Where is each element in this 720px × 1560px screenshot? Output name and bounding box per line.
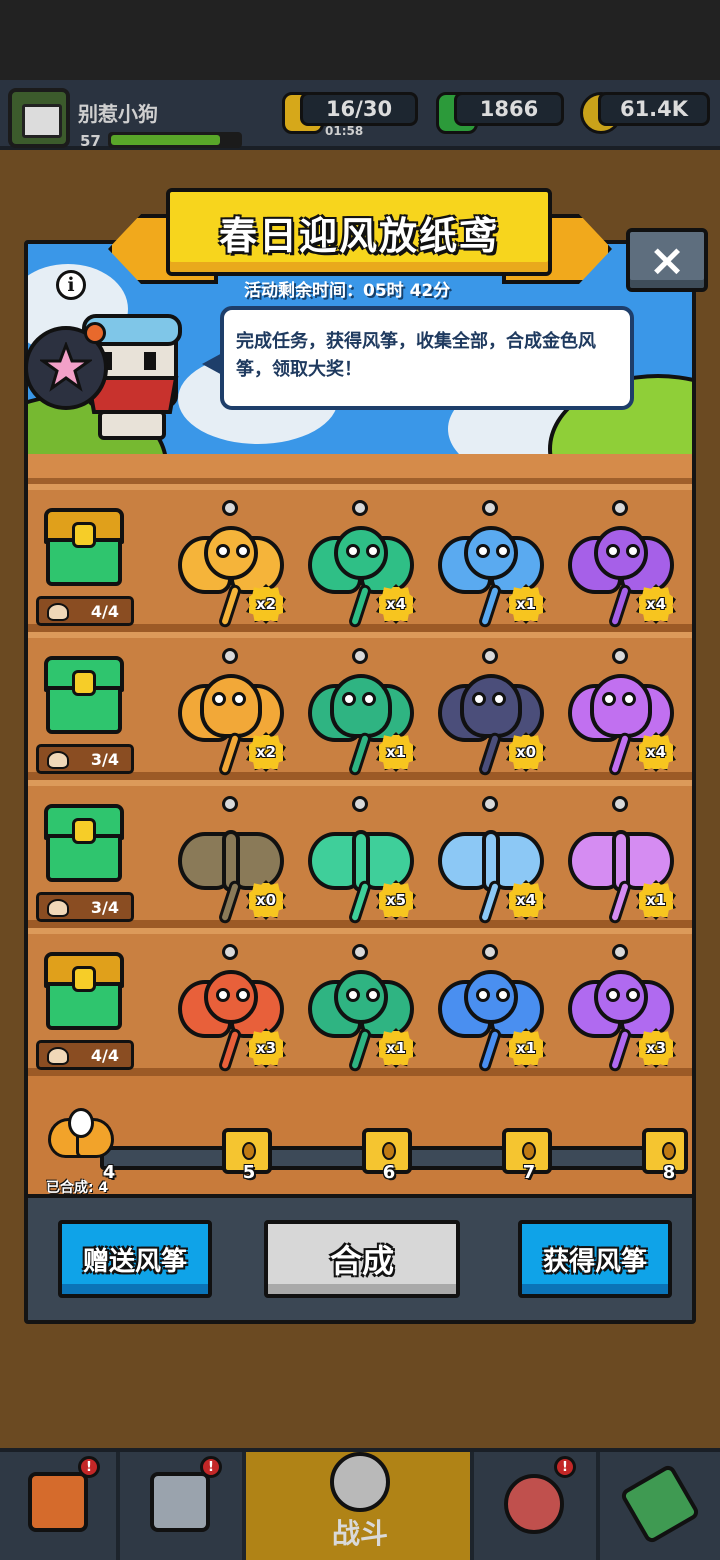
nav-shop-badge: ! bbox=[78, 1456, 100, 1478]
shop-icon bbox=[28, 1472, 88, 1532]
milestone-label: 6 bbox=[382, 1162, 396, 1183]
row-progress-value: 3/4 bbox=[90, 749, 119, 769]
player-name: 别惹小狗 bbox=[78, 102, 158, 126]
cat-kite[interactable]: x4 bbox=[302, 500, 420, 636]
ladybug-kite[interactable]: x2 bbox=[172, 648, 290, 784]
milestone-label: 5 bbox=[242, 1162, 256, 1183]
milestone-label: 8 bbox=[662, 1162, 676, 1183]
coin-counter[interactable]: 61.4K bbox=[598, 92, 710, 126]
event-title-banner: 春日迎风放纸鸢 bbox=[166, 188, 552, 276]
row-progress: 4/4 bbox=[36, 1040, 134, 1070]
ladybug-kite[interactable]: x1 bbox=[302, 648, 420, 784]
reward-chest[interactable] bbox=[42, 508, 126, 588]
shelf-top-board bbox=[28, 454, 692, 484]
event-description: 完成任务，获得风筝，收集全部，合成金色风筝，领取大奖！ bbox=[236, 331, 596, 380]
ladybug-kite-icon bbox=[47, 751, 69, 769]
nav-evolve[interactable] bbox=[600, 1452, 720, 1560]
bird-kite-icon bbox=[47, 1047, 69, 1065]
nav-skills[interactable]: ! bbox=[474, 1452, 600, 1560]
get-kite-button[interactable]: 获得风筝 bbox=[518, 1220, 672, 1298]
row-progress-value: 3/4 bbox=[90, 897, 119, 917]
nav-battle-label: 战斗 bbox=[331, 1517, 388, 1550]
combine-button[interactable]: 合成 bbox=[264, 1220, 460, 1298]
star-medal-icon bbox=[504, 1474, 564, 1534]
ladybug-kite[interactable]: x0 bbox=[432, 648, 550, 784]
row-progress: 4/4 bbox=[36, 596, 134, 626]
gun-icon bbox=[150, 1472, 210, 1532]
swords-icon bbox=[330, 1452, 390, 1512]
nav-weapons[interactable]: ! bbox=[120, 1452, 246, 1560]
speech-bubble: 完成任务，获得风筝，收集全部，合成金色风筝，领取大奖！ bbox=[202, 306, 634, 410]
nav-skills-badge: ! bbox=[554, 1456, 576, 1478]
event-timer: 活动剩余时间：05时 42分 bbox=[244, 281, 451, 301]
row-progress: 3/4 bbox=[36, 892, 134, 922]
star-badge-notification bbox=[84, 322, 106, 344]
dna-icon bbox=[619, 1463, 701, 1545]
status-area bbox=[0, 0, 720, 80]
reward-chest[interactable] bbox=[42, 804, 126, 884]
row-progress-value: 4/4 bbox=[90, 1045, 119, 1065]
player-level: 57 bbox=[80, 132, 101, 150]
xp-bar bbox=[108, 132, 242, 148]
butterfly-kite-icon bbox=[47, 899, 69, 917]
close-icon: × bbox=[648, 234, 686, 286]
bird-kite[interactable]: x1 bbox=[302, 944, 420, 1080]
event-title: 春日迎风放纸鸢 bbox=[218, 213, 499, 258]
nav-weapons-badge: ! bbox=[200, 1456, 222, 1478]
row-progress-value: 4/4 bbox=[90, 601, 119, 621]
cat-kite[interactable]: x4 bbox=[562, 500, 680, 636]
info-icon[interactable]: i bbox=[56, 270, 86, 300]
close-button[interactable]: × bbox=[626, 228, 708, 292]
reward-chest[interactable] bbox=[42, 952, 126, 1032]
reward-chest[interactable] bbox=[42, 656, 126, 736]
cat-kite-icon bbox=[47, 603, 69, 621]
gift-kite-button[interactable]: 赠送风筝 bbox=[58, 1220, 212, 1298]
bird-kite[interactable]: x3 bbox=[172, 944, 290, 1080]
nav-shop[interactable]: ! bbox=[0, 1452, 120, 1560]
energy-timer: 01:58 bbox=[325, 124, 364, 138]
cat-kite[interactable]: x2 bbox=[172, 500, 290, 636]
milestone-label: 7 bbox=[522, 1162, 536, 1183]
ladybug-kite[interactable]: x4 bbox=[562, 648, 680, 784]
player-avatar[interactable] bbox=[8, 88, 70, 148]
row-progress: 3/4 bbox=[36, 744, 134, 774]
bird-kite[interactable]: x1 bbox=[432, 944, 550, 1080]
gem-counter[interactable]: 1866 bbox=[454, 92, 564, 126]
butterfly-kite[interactable]: x4 bbox=[432, 796, 550, 932]
bird-kite[interactable]: x3 bbox=[562, 944, 680, 1080]
cat-kite[interactable]: x1 bbox=[432, 500, 550, 636]
butterfly-kite[interactable]: x1 bbox=[562, 796, 680, 932]
star-icon bbox=[40, 342, 92, 392]
butterfly-kite[interactable]: x0 bbox=[172, 796, 290, 932]
xp-bar-fill bbox=[111, 135, 220, 145]
energy-counter[interactable]: 16/30 bbox=[300, 92, 418, 126]
butterfly-kite[interactable]: x5 bbox=[302, 796, 420, 932]
